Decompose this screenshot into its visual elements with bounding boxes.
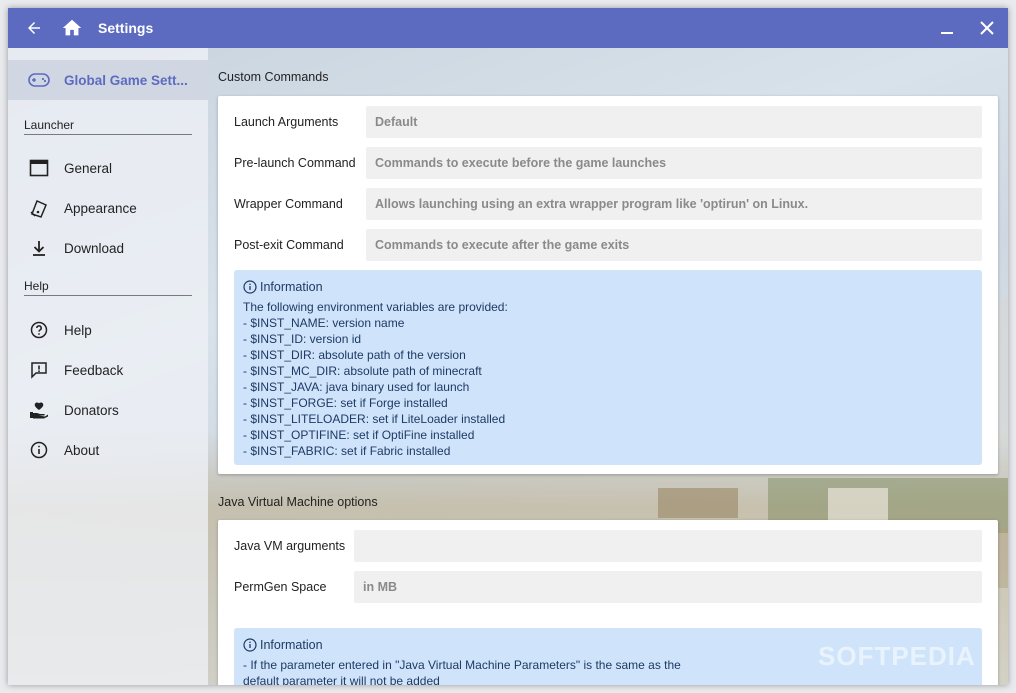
close-icon <box>980 21 994 35</box>
sidebar-item-label: General <box>64 160 113 176</box>
jvm-options-title: Java Virtual Machine options <box>218 495 378 509</box>
java-vm-arguments-label: Java VM arguments <box>234 539 346 553</box>
info-line: - $INST_JAVA: java binary used for launc… <box>243 380 470 394</box>
info-circle-icon <box>28 439 50 461</box>
sidebar-item-help[interactable]: Help <box>8 310 208 350</box>
sidebar-item-general[interactable]: General <box>8 148 208 188</box>
info-line: - $INST_DIR: absolute path of the versio… <box>243 348 466 362</box>
custom-commands-info-box: Information The following environment va… <box>234 270 982 465</box>
sidebar-item-about[interactable]: About <box>8 430 208 470</box>
wrapper-command-input[interactable] <box>366 188 982 220</box>
info-line: - $INST_OPTIFINE: set if OptiFine instal… <box>243 428 475 442</box>
sidebar-item-label: Download <box>64 240 125 256</box>
sidebar-item-label: Donators <box>64 402 119 418</box>
pre-launch-command-field[interactable] <box>366 147 982 179</box>
permgen-space-field[interactable] <box>354 571 982 603</box>
settings-window: Settings Global Game Sett... Launcher Ge… <box>8 8 1008 685</box>
post-exit-command-field[interactable] <box>366 229 982 261</box>
post-exit-command-input[interactable] <box>366 229 982 261</box>
sidebar-item-appearance[interactable]: Appearance <box>8 188 208 228</box>
home-button[interactable] <box>60 8 84 48</box>
sidebar-item-label: About <box>64 442 100 458</box>
info-line: - $INST_FORGE: set if Forge installed <box>243 396 448 410</box>
sidebar-item-label: Global Game Sett... <box>64 72 188 88</box>
launch-arguments-label: Launch Arguments <box>234 115 339 129</box>
sidebar-section-launcher: Launcher <box>24 118 192 135</box>
info-line: - $INST_FABRIC: set if Fabric installed <box>243 444 451 458</box>
sidebar-item-donators[interactable]: Donators <box>8 390 208 430</box>
pre-launch-command-label: Pre-launch Command <box>234 156 356 170</box>
sidebar-section-help: Help <box>24 279 192 296</box>
arrow-left-icon <box>28 22 40 34</box>
java-vm-arguments-row: Java VM arguments <box>234 530 982 562</box>
java-vm-arguments-input[interactable] <box>354 530 982 562</box>
sidebar-item-global-game-settings[interactable]: Global Game Sett... <box>8 60 208 100</box>
home-icon <box>62 19 82 36</box>
info-heading-text: Information <box>260 638 323 652</box>
custom-commands-title: Custom Commands <box>218 70 329 84</box>
sidebar: Global Game Sett... Launcher General App… <box>8 48 208 685</box>
help-circle-icon <box>28 319 50 341</box>
post-exit-command-label: Post-exit Command <box>234 238 344 252</box>
permgen-space-label: PermGen Space <box>234 580 327 594</box>
info-line: - $INST_MC_DIR: absolute path of minecra… <box>243 364 482 378</box>
custom-commands-card: Launch Arguments Pre-launch Command Wrap… <box>218 96 998 474</box>
info-heading: Information <box>243 278 982 296</box>
permgen-space-input[interactable] <box>354 571 982 603</box>
minimize-button[interactable] <box>934 8 960 48</box>
launch-arguments-field[interactable] <box>366 106 982 138</box>
close-button[interactable] <box>974 8 1000 48</box>
sidebar-item-download[interactable]: Download <box>8 228 208 268</box>
info-line: - $INST_LITELOADER: set if LiteLoader in… <box>243 412 506 426</box>
permgen-space-row: PermGen Space <box>234 571 982 603</box>
download-icon <box>28 237 50 259</box>
window-icon <box>28 157 50 179</box>
palette-icon <box>28 197 50 219</box>
title-bar: Settings <box>8 8 1008 48</box>
feedback-icon <box>28 359 50 381</box>
post-exit-command-row: Post-exit Command <box>234 229 982 261</box>
launch-arguments-input[interactable] <box>366 106 982 138</box>
settings-content[interactable]: Custom Commands Launch Arguments Pre-lau… <box>208 48 1008 685</box>
gamepad-icon <box>28 72 50 88</box>
watermark: SOFTPEDIA <box>818 641 976 671</box>
minimize-icon <box>941 32 953 34</box>
info-circle-icon <box>243 280 257 294</box>
wrapper-command-row: Wrapper Command <box>234 188 982 220</box>
pre-launch-command-row: Pre-launch Command <box>234 147 982 179</box>
hand-heart-icon <box>28 399 50 421</box>
wrapper-command-label: Wrapper Command <box>234 197 343 211</box>
info-line: - $INST_NAME: version name <box>243 316 405 330</box>
launch-arguments-row: Launch Arguments <box>234 106 982 138</box>
sidebar-item-label: Feedback <box>64 362 124 378</box>
java-vm-arguments-field[interactable] <box>354 530 982 562</box>
sidebar-item-label: Help <box>64 322 92 338</box>
window-title: Settings <box>98 20 154 36</box>
info-line: The following environment variables are … <box>243 300 508 314</box>
back-button[interactable] <box>22 8 46 48</box>
info-line: default parameter it will not be added <box>243 674 440 685</box>
wrapper-command-field[interactable] <box>366 188 982 220</box>
info-circle-icon <box>243 638 257 652</box>
info-line: - $INST_ID: version id <box>243 332 362 346</box>
pre-launch-command-input[interactable] <box>366 147 982 179</box>
sidebar-item-feedback[interactable]: Feedback <box>8 350 208 390</box>
info-heading-text: Information <box>260 280 323 294</box>
sidebar-item-label: Appearance <box>64 200 137 216</box>
